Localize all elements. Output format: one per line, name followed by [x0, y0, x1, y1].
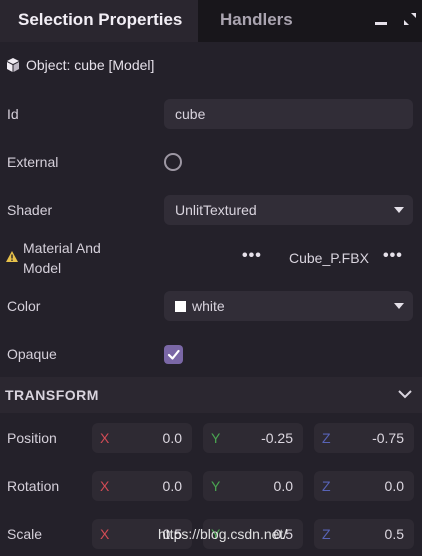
- tab-handlers[interactable]: Handlers: [220, 0, 293, 42]
- color-dropdown[interactable]: white: [164, 291, 413, 321]
- external-toggle[interactable]: [164, 153, 182, 171]
- scale-label: Scale: [7, 526, 43, 542]
- x-axis-label: X: [100, 526, 110, 542]
- position-z-value: -0.75: [372, 430, 404, 446]
- rotation-z-value: 0.0: [384, 478, 404, 494]
- x-axis-label: X: [100, 430, 110, 446]
- shader-dropdown[interactable]: UnlitTextured: [164, 195, 413, 225]
- material-label: Material And Model: [23, 238, 101, 278]
- material-value: Cube_P.FBX: [289, 250, 369, 266]
- transform-title: TRANSFORM: [5, 387, 99, 403]
- external-label: External: [7, 154, 59, 170]
- position-x-value: 0.0: [162, 430, 182, 446]
- rotation-z-field[interactable]: Z 0.0: [314, 471, 414, 501]
- z-axis-label: Z: [322, 430, 331, 446]
- color-label: Color: [7, 298, 41, 314]
- id-label: Id: [7, 106, 19, 122]
- scale-z-field[interactable]: Z 0.5: [314, 519, 414, 549]
- object-header-text: Object: cube [Model]: [26, 57, 155, 73]
- material-options-button[interactable]: •••: [242, 247, 262, 265]
- chevron-down-icon: [394, 207, 404, 213]
- minimize-icon[interactable]: [374, 12, 388, 26]
- scale-z-value: 0.5: [384, 526, 404, 542]
- id-field[interactable]: cube: [164, 99, 413, 129]
- rotation-y-field[interactable]: Y 0.0: [203, 471, 303, 501]
- rotation-x-value: 0.0: [162, 478, 182, 494]
- z-axis-label: Z: [322, 478, 331, 494]
- chevron-down-icon: [394, 303, 404, 309]
- expand-icon[interactable]: [403, 12, 417, 26]
- position-z-field[interactable]: Z -0.75: [314, 423, 414, 453]
- warning-icon: [6, 251, 18, 262]
- opaque-label: Opaque: [7, 346, 57, 362]
- position-label: Position: [7, 430, 57, 446]
- opaque-checkbox[interactable]: [164, 345, 183, 364]
- color-swatch: [175, 301, 186, 312]
- rotation-label: Rotation: [7, 478, 60, 494]
- position-y-field[interactable]: Y -0.25: [203, 423, 303, 453]
- shader-value: UnlitTextured: [175, 202, 257, 218]
- y-axis-label: Y: [211, 478, 221, 494]
- rotation-y-value: 0.0: [273, 478, 293, 494]
- tab-selection-properties[interactable]: Selection Properties: [0, 0, 198, 42]
- checkmark-icon: [167, 349, 180, 360]
- x-axis-label: X: [100, 478, 110, 494]
- material-label-line2: Model: [23, 260, 62, 276]
- color-value: white: [192, 298, 225, 314]
- object-header: Object: cube [Model]: [6, 56, 154, 74]
- tab-bar: Selection Properties Handlers: [0, 0, 422, 42]
- position-y-value: -0.25: [261, 430, 293, 446]
- cube-icon: [7, 58, 19, 72]
- transform-section-header[interactable]: TRANSFORM: [0, 377, 422, 413]
- model-options-button[interactable]: •••: [383, 247, 403, 265]
- watermark-text: https://blog.csdn.net/: [158, 526, 288, 542]
- material-label-line1: Material And: [23, 240, 101, 256]
- rotation-x-field[interactable]: X 0.0: [92, 471, 192, 501]
- chevron-down-icon[interactable]: [398, 389, 412, 399]
- shader-label: Shader: [7, 202, 53, 218]
- z-axis-label: Z: [322, 526, 331, 542]
- y-axis-label: Y: [211, 430, 221, 446]
- position-x-field[interactable]: X 0.0: [92, 423, 192, 453]
